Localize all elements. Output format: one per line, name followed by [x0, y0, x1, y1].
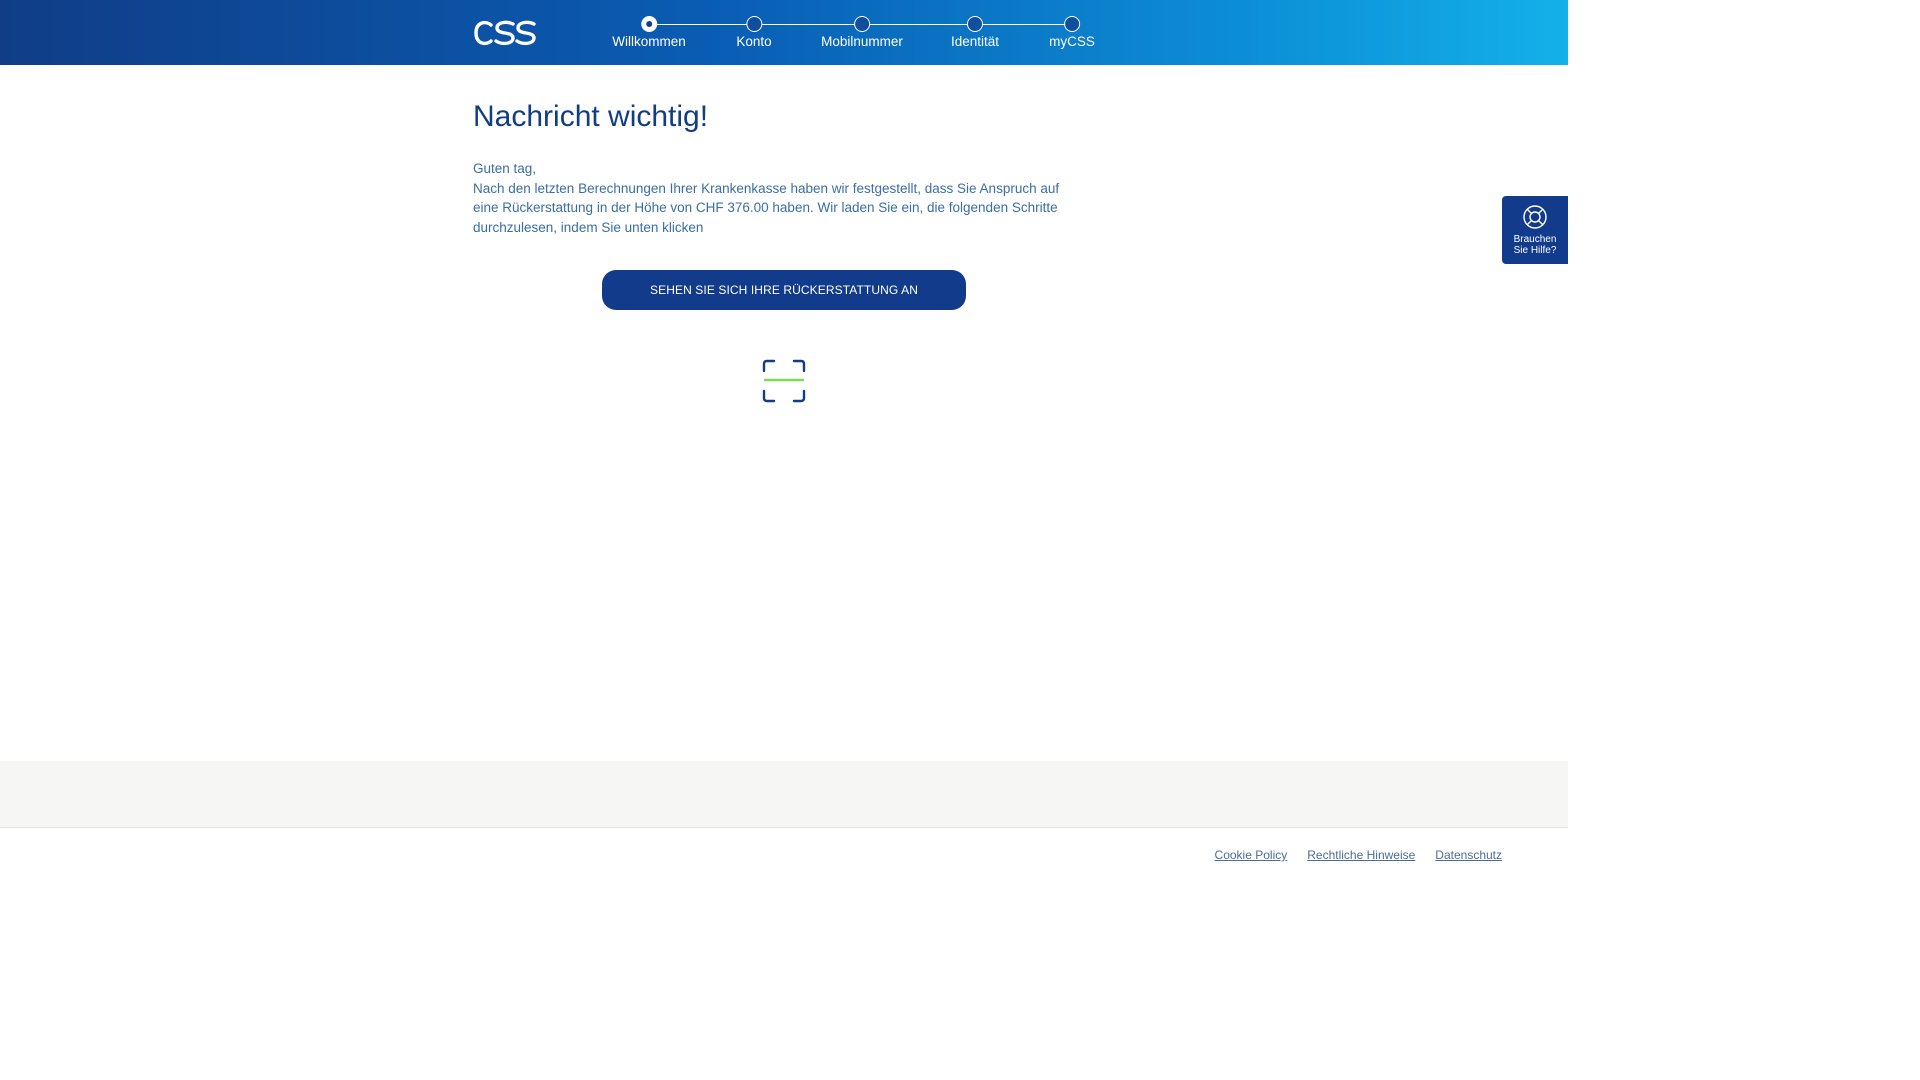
refund-text: Nach den letzten Berechnungen Ihrer Kran… — [473, 180, 1060, 235]
help-label-line2: Sie Hilfe? — [1513, 245, 1557, 256]
step-label: Identität — [950, 34, 1000, 49]
step-konto[interactable]: Konto — [736, 16, 772, 49]
footer-band — [0, 761, 1568, 827]
step-label: Konto — [736, 34, 772, 49]
step-dot-icon — [966, 16, 983, 32]
step-label: myCSS — [1049, 34, 1095, 49]
progress-steps: Willkommen Konto Mobilnummer Identität m… — [600, 0, 1100, 65]
css-logo[interactable] — [473, 19, 537, 47]
legal-notice-link[interactable]: Rechtliche Hinweise — [1307, 848, 1415, 862]
step-mobilnummer[interactable]: Mobilnummer — [821, 16, 903, 49]
step-label: Willkommen — [612, 34, 686, 49]
step-dot-active-icon — [640, 16, 657, 32]
step-dot-icon — [1063, 16, 1080, 32]
view-refund-button[interactable]: SEHEN SIE SICH IHRE RÜCKERSTATTUNG AN — [602, 270, 966, 310]
greeting-text: Guten tag, — [473, 161, 537, 176]
message-body: Guten tag, Nach den letzten Berechnungen… — [473, 159, 1083, 237]
footer-links: Cookie Policy Rechtliche Hinweise Datens… — [1215, 848, 1502, 862]
help-tab[interactable]: Brauchen Sie Hilfe? — [1502, 196, 1568, 264]
page-title: Nachricht wichtig! — [473, 100, 709, 133]
step-dot-icon — [854, 16, 870, 32]
step-label: Mobilnummer — [821, 34, 903, 49]
header-bar: Willkommen Konto Mobilnummer Identität m… — [0, 0, 1568, 65]
lifebuoy-icon — [1523, 205, 1547, 229]
privacy-link[interactable]: Datenschutz — [1435, 848, 1502, 862]
cookie-policy-link[interactable]: Cookie Policy — [1215, 848, 1288, 862]
step-identitaet[interactable]: Identität — [951, 16, 999, 49]
step-dot-icon — [746, 16, 762, 32]
help-label-line1: Brauchen — [1513, 234, 1557, 245]
qr-scan-icon — [762, 359, 806, 403]
step-willkommen[interactable]: Willkommen — [612, 16, 686, 49]
step-mycss[interactable]: myCSS — [1049, 16, 1095, 49]
footer: Cookie Policy Rechtliche Hinweise Datens… — [0, 828, 1568, 882]
